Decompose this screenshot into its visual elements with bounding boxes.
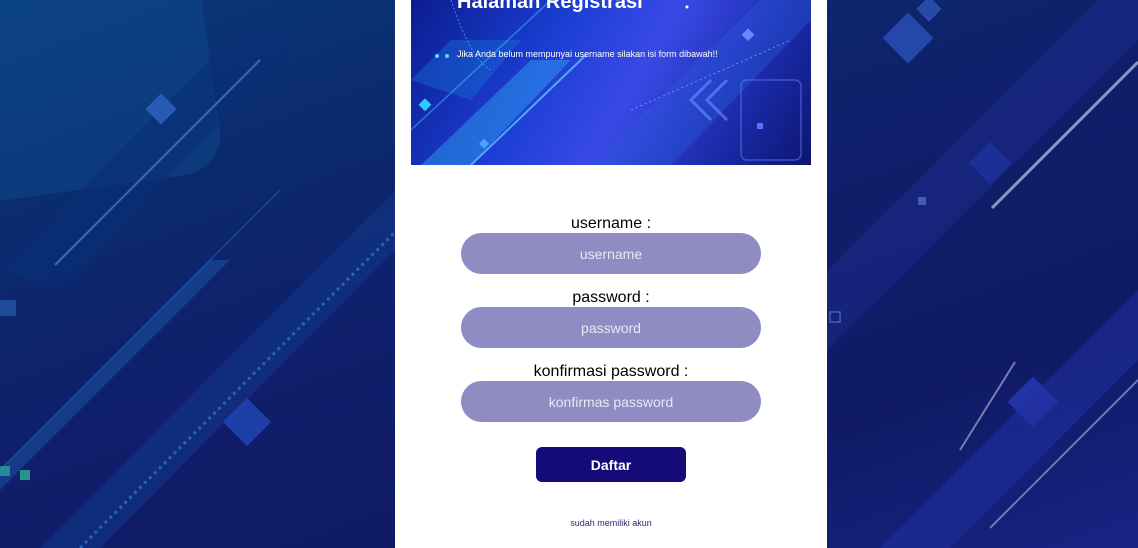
header-banner: Halaman Registrasi Jika Anda belum mempu… (411, 0, 811, 165)
username-label: username : (570, 215, 652, 232)
confirm-password-label: konfirmasi password : (533, 363, 689, 380)
register-button[interactable]: Daftar (536, 447, 686, 482)
username-input[interactable] (461, 233, 761, 274)
confirm-password-input[interactable] (461, 381, 761, 422)
page-title: Halaman Registrasi (457, 0, 643, 13)
password-label: password : (572, 289, 650, 306)
login-link[interactable]: sudah memiliki akun (395, 518, 827, 528)
page-subtitle: Jika Anda belum mempunyai username silak… (457, 49, 718, 59)
registration-panel: Halaman Registrasi Jika Anda belum mempu… (395, 0, 827, 548)
banner-decoration (411, 0, 811, 165)
password-input[interactable] (461, 307, 761, 348)
